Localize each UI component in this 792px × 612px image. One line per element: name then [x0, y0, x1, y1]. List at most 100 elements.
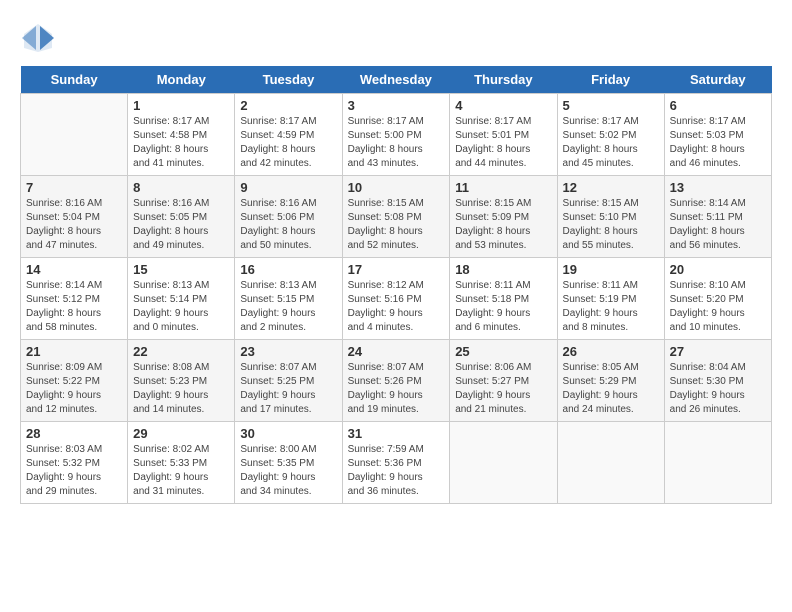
calendar-cell: 14 Sunrise: 8:14 AM Sunset: 5:12 PM Dayli…: [21, 258, 128, 340]
calendar-cell: 9Sunrise: 8:16 AM Sunset: 5:06 PM Daylig…: [235, 176, 342, 258]
day-number: 3: [348, 98, 445, 113]
day-number: 2: [240, 98, 336, 113]
calendar-cell: 5 Sunrise: 8:17 AM Sunset: 5:02 PM Daylig…: [557, 94, 664, 176]
day-number: 12: [563, 180, 659, 195]
day-info: Sunrise: 8:15 AM Sunset: 5:09 PM Dayligh…: [455, 197, 551, 253]
day-info: Sunrise: 8:14 AM Sunset: 5:12 PM Dayligh…: [26, 279, 122, 335]
calendar-cell: 26 Sunrise: 8:05 AM Sunset: 5:29 PM Dayli…: [557, 340, 664, 422]
day-info: Sunrise: 8:17 AM Sunset: 5:02 PM Dayligh…: [563, 115, 659, 171]
day-info: Sunrise: 8:05 AM Sunset: 5:29 PM Dayligh…: [563, 361, 659, 417]
day-number: 26: [563, 344, 659, 359]
logo: [20, 20, 62, 56]
day-number: 5: [563, 98, 659, 113]
week-row-1: 1Sunrise: 8:17 AM Sunset: 4:58 PM Daylig…: [21, 94, 772, 176]
calendar-cell: 20 Sunrise: 8:10 AM Sunset: 5:20 PM Dayli…: [664, 258, 771, 340]
weekday-header-wednesday: Wednesday: [342, 66, 450, 94]
day-number: 22: [133, 344, 229, 359]
day-info: Sunrise: 8:17 AM Sunset: 4:59 PM Dayligh…: [240, 115, 336, 171]
day-number: 25: [455, 344, 551, 359]
calendar-cell: 27 Sunrise: 8:04 AM Sunset: 5:30 PM Dayli…: [664, 340, 771, 422]
day-info: Sunrise: 8:10 AM Sunset: 5:20 PM Dayligh…: [670, 279, 766, 335]
calendar-cell: 8 Sunrise: 8:16 AM Sunset: 5:05 PM Daylig…: [128, 176, 235, 258]
week-row-4: 21 Sunrise: 8:09 AM Sunset: 5:22 PM Dayli…: [21, 340, 772, 422]
day-info: Sunrise: 7:59 AM Sunset: 5:36 PM Dayligh…: [348, 443, 445, 499]
day-info: Sunrise: 8:15 AM Sunset: 5:08 PM Dayligh…: [348, 197, 445, 253]
day-number: 20: [670, 262, 766, 277]
day-info: Sunrise: 8:16 AM Sunset: 5:06 PM Dayligh…: [240, 197, 336, 253]
day-info: Sunrise: 8:11 AM Sunset: 5:18 PM Dayligh…: [455, 279, 551, 335]
calendar-cell: 25 Sunrise: 8:06 AM Sunset: 5:27 PM Dayli…: [450, 340, 557, 422]
day-number: 21: [26, 344, 122, 359]
calendar-cell: 18 Sunrise: 8:11 AM Sunset: 5:18 PM Dayli…: [450, 258, 557, 340]
calendar-cell: 28 Sunrise: 8:03 AM Sunset: 5:32 PM Dayli…: [21, 422, 128, 504]
calendar-cell: 16 Sunrise: 8:13 AM Sunset: 5:15 PM Dayli…: [235, 258, 342, 340]
calendar-cell: [21, 94, 128, 176]
day-info: Sunrise: 8:13 AM Sunset: 5:14 PM Dayligh…: [133, 279, 229, 335]
day-number: 1: [133, 98, 229, 113]
day-info: Sunrise: 8:00 AM Sunset: 5:35 PM Dayligh…: [240, 443, 336, 499]
day-info: Sunrise: 8:15 AM Sunset: 5:10 PM Dayligh…: [563, 197, 659, 253]
weekday-header-monday: Monday: [128, 66, 235, 94]
day-number: 4: [455, 98, 551, 113]
week-row-3: 14 Sunrise: 8:14 AM Sunset: 5:12 PM Dayli…: [21, 258, 772, 340]
day-info: Sunrise: 8:17 AM Sunset: 5:03 PM Dayligh…: [670, 115, 766, 171]
calendar-cell: 29 Sunrise: 8:02 AM Sunset: 5:33 PM Dayli…: [128, 422, 235, 504]
day-number: 28: [26, 426, 122, 441]
day-number: 14: [26, 262, 122, 277]
calendar-cell: 2 Sunrise: 8:17 AM Sunset: 4:59 PM Daylig…: [235, 94, 342, 176]
calendar-cell: 11 Sunrise: 8:15 AM Sunset: 5:09 PM Dayli…: [450, 176, 557, 258]
day-info: Sunrise: 8:06 AM Sunset: 5:27 PM Dayligh…: [455, 361, 551, 417]
day-info: Sunrise: 8:16 AM Sunset: 5:04 PM Dayligh…: [26, 197, 122, 253]
weekday-header-friday: Friday: [557, 66, 664, 94]
calendar-table: SundayMondayTuesdayWednesdayThursdayFrid…: [20, 66, 772, 504]
day-info: Sunrise: 8:04 AM Sunset: 5:30 PM Dayligh…: [670, 361, 766, 417]
weekday-header-sunday: Sunday: [21, 66, 128, 94]
logo-icon: [20, 20, 56, 56]
day-info: Sunrise: 8:17 AM Sunset: 5:00 PM Dayligh…: [348, 115, 445, 171]
calendar-cell: [557, 422, 664, 504]
day-number: 19: [563, 262, 659, 277]
day-info: Sunrise: 8:17 AM Sunset: 5:01 PM Dayligh…: [455, 115, 551, 171]
calendar-cell: 3 Sunrise: 8:17 AM Sunset: 5:00 PM Daylig…: [342, 94, 450, 176]
day-number: 11: [455, 180, 551, 195]
calendar-cell: 12 Sunrise: 8:15 AM Sunset: 5:10 PM Dayli…: [557, 176, 664, 258]
day-info: Sunrise: 8:12 AM Sunset: 5:16 PM Dayligh…: [348, 279, 445, 335]
calendar-cell: 22 Sunrise: 8:08 AM Sunset: 5:23 PM Dayli…: [128, 340, 235, 422]
day-number: 29: [133, 426, 229, 441]
day-number: 8: [133, 180, 229, 195]
day-number: 17: [348, 262, 445, 277]
day-number: 10: [348, 180, 445, 195]
calendar-cell: 24 Sunrise: 8:07 AM Sunset: 5:26 PM Dayli…: [342, 340, 450, 422]
day-info: Sunrise: 8:08 AM Sunset: 5:23 PM Dayligh…: [133, 361, 229, 417]
day-number: 30: [240, 426, 336, 441]
calendar-cell: 23Sunrise: 8:07 AM Sunset: 5:25 PM Dayli…: [235, 340, 342, 422]
day-info: Sunrise: 8:07 AM Sunset: 5:25 PM Dayligh…: [240, 361, 336, 417]
day-info: Sunrise: 8:02 AM Sunset: 5:33 PM Dayligh…: [133, 443, 229, 499]
day-number: 31: [348, 426, 445, 441]
day-info: Sunrise: 8:13 AM Sunset: 5:15 PM Dayligh…: [240, 279, 336, 335]
day-info: Sunrise: 8:16 AM Sunset: 5:05 PM Dayligh…: [133, 197, 229, 253]
weekday-header-thursday: Thursday: [450, 66, 557, 94]
day-number: 27: [670, 344, 766, 359]
weekday-header-row: SundayMondayTuesdayWednesdayThursdayFrid…: [21, 66, 772, 94]
day-number: 7: [26, 180, 122, 195]
day-info: Sunrise: 8:03 AM Sunset: 5:32 PM Dayligh…: [26, 443, 122, 499]
calendar-cell: 1Sunrise: 8:17 AM Sunset: 4:58 PM Daylig…: [128, 94, 235, 176]
day-number: 6: [670, 98, 766, 113]
calendar-cell: 4 Sunrise: 8:17 AM Sunset: 5:01 PM Daylig…: [450, 94, 557, 176]
calendar-cell: 6 Sunrise: 8:17 AM Sunset: 5:03 PM Daylig…: [664, 94, 771, 176]
calendar-cell: 7 Sunrise: 8:16 AM Sunset: 5:04 PM Daylig…: [21, 176, 128, 258]
day-number: 13: [670, 180, 766, 195]
calendar-cell: 21 Sunrise: 8:09 AM Sunset: 5:22 PM Dayli…: [21, 340, 128, 422]
week-row-2: 7 Sunrise: 8:16 AM Sunset: 5:04 PM Daylig…: [21, 176, 772, 258]
weekday-header-tuesday: Tuesday: [235, 66, 342, 94]
day-number: 16: [240, 262, 336, 277]
day-number: 18: [455, 262, 551, 277]
week-row-5: 28 Sunrise: 8:03 AM Sunset: 5:32 PM Dayli…: [21, 422, 772, 504]
day-info: Sunrise: 8:09 AM Sunset: 5:22 PM Dayligh…: [26, 361, 122, 417]
calendar-cell: 19Sunrise: 8:11 AM Sunset: 5:19 PM Dayli…: [557, 258, 664, 340]
calendar-cell: 30 Sunrise: 8:00 AM Sunset: 5:35 PM Dayli…: [235, 422, 342, 504]
day-number: 15: [133, 262, 229, 277]
day-number: 24: [348, 344, 445, 359]
day-info: Sunrise: 8:07 AM Sunset: 5:26 PM Dayligh…: [348, 361, 445, 417]
